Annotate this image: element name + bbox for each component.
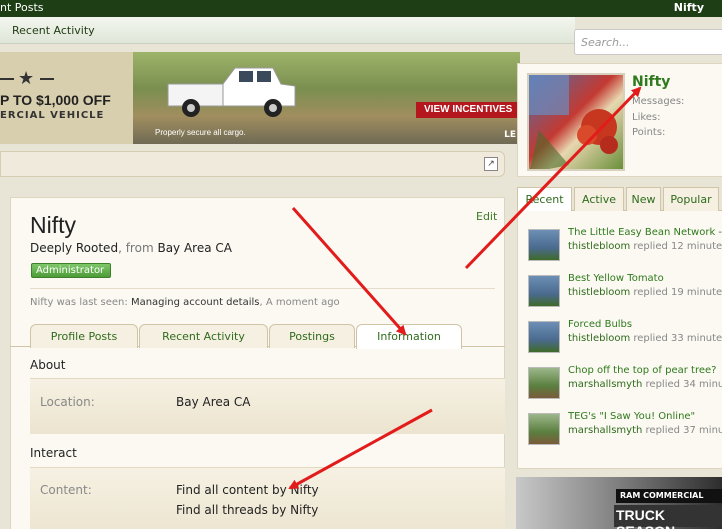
avatar[interactable]: [527, 73, 625, 171]
messages-label: Messages:: [632, 96, 685, 107]
last-seen-time: A moment ago: [265, 297, 340, 308]
ad2-brand: RAM COMMERCIAL: [616, 489, 722, 503]
administrator-badge: Administrator: [31, 263, 111, 278]
tab-active[interactable]: Active: [574, 187, 624, 211]
location-link[interactable]: Bay Area CA: [157, 241, 232, 255]
about-box: [30, 378, 505, 434]
thread-avatar[interactable]: [528, 367, 560, 399]
ad-edge-text: LE: [504, 130, 516, 140]
ad-fine-print: Properly secure all cargo.: [155, 128, 246, 137]
profile-tagline: Deeply Rooted, from Bay Area CA: [30, 241, 232, 255]
find-all-threads-link[interactable]: Find all threads by Nifty: [176, 503, 318, 517]
tab-popular[interactable]: Popular: [663, 187, 719, 211]
thread-meta: thistlebloom replied 12 minutes: [568, 241, 722, 252]
thread-title[interactable]: Best Yellow Tomato: [568, 273, 664, 284]
thread-meta: marshallsmyth replied 34 minutes: [568, 379, 722, 390]
ad-banner[interactable]: ★ P TO $1,000 OFF ERCIAL VEHICLE VIEW IN…: [0, 52, 520, 144]
ad-vehicle-text: ERCIAL VEHICLE: [0, 110, 105, 121]
tab-postings[interactable]: Postings: [269, 324, 355, 348]
tab-new[interactable]: New: [626, 187, 661, 211]
edit-link[interactable]: Edit: [476, 210, 497, 223]
from-label: from: [125, 241, 154, 255]
location-value: Bay Area CA: [176, 395, 251, 409]
view-incentives-button[interactable]: VIEW INCENTIVES: [416, 102, 520, 118]
star-icon: ★: [18, 68, 35, 89]
thread-title[interactable]: Forced Bulbs: [568, 319, 632, 330]
last-seen: Nifty was last seen: Managing account de…: [30, 297, 340, 308]
tab-information[interactable]: Information: [356, 324, 462, 349]
likes-label: Likes:: [632, 112, 661, 123]
thread-avatar[interactable]: [528, 321, 560, 353]
find-all-content-link[interactable]: Find all content by Nifty: [176, 483, 319, 497]
thread-meta: marshallsmyth replied 37 minutes: [568, 425, 722, 436]
points-label: Points:: [632, 127, 666, 138]
truck-season-ad[interactable]: RAM COMMERCIAL TRUCK SEASON: [516, 477, 722, 529]
thread-avatar[interactable]: [528, 229, 560, 261]
search-input[interactable]: Search...: [574, 29, 722, 55]
sidebar-user-name[interactable]: Nifty: [632, 74, 670, 90]
thread-title[interactable]: TEG's "I Saw You! Online": [568, 411, 695, 422]
about-heading: About: [30, 358, 66, 372]
user-title: Deeply Rooted: [30, 241, 119, 255]
interact-box: [30, 467, 505, 529]
avatar-image: [529, 75, 618, 169]
truck-image: [167, 67, 296, 117]
tab-recent[interactable]: Recent: [517, 187, 572, 211]
decorative-line: [0, 78, 14, 80]
ad-photo: VIEW INCENTIVES Properly secure all carg…: [133, 52, 520, 144]
tab-recent-activity[interactable]: Recent Activity: [139, 324, 268, 348]
interact-heading: Interact: [30, 446, 77, 460]
sub-navigation: Recent Activity: [0, 17, 575, 44]
thread-meta: thistlebloom replied 33 minutes: [568, 333, 722, 344]
last-seen-action[interactable]: Managing account details: [131, 297, 260, 308]
subnav-recent-activity-link[interactable]: Recent Activity: [12, 24, 95, 37]
popout-icon[interactable]: ↗: [484, 157, 498, 171]
last-seen-prefix: Nifty was last seen:: [30, 297, 128, 308]
divider: [30, 288, 495, 289]
thread-meta: thistlebloom replied 19 minutes: [568, 287, 722, 298]
thread-title[interactable]: The Little Easy Bean Network -: [568, 227, 722, 238]
top-navigation-bar: nt Posts Nifty: [0, 0, 722, 17]
thread-avatar[interactable]: [528, 275, 560, 307]
profile-name: Nifty: [30, 212, 76, 238]
tab-profile-posts[interactable]: Profile Posts: [30, 324, 138, 348]
decorative-line: [40, 78, 54, 80]
nav-new-posts-link[interactable]: nt Posts: [0, 1, 44, 14]
thread-title[interactable]: Chop off the top of pear tree?: [568, 365, 716, 376]
content-label: Content:: [40, 483, 92, 497]
ad2-headline: TRUCK SEASON: [614, 505, 722, 529]
location-label: Location:: [40, 395, 95, 409]
ad-offer-text: P TO $1,000 OFF: [0, 92, 111, 108]
nav-user-link[interactable]: Nifty: [674, 1, 704, 14]
thread-avatar[interactable]: [528, 413, 560, 445]
breadcrumb-bar: ↗: [0, 151, 505, 177]
